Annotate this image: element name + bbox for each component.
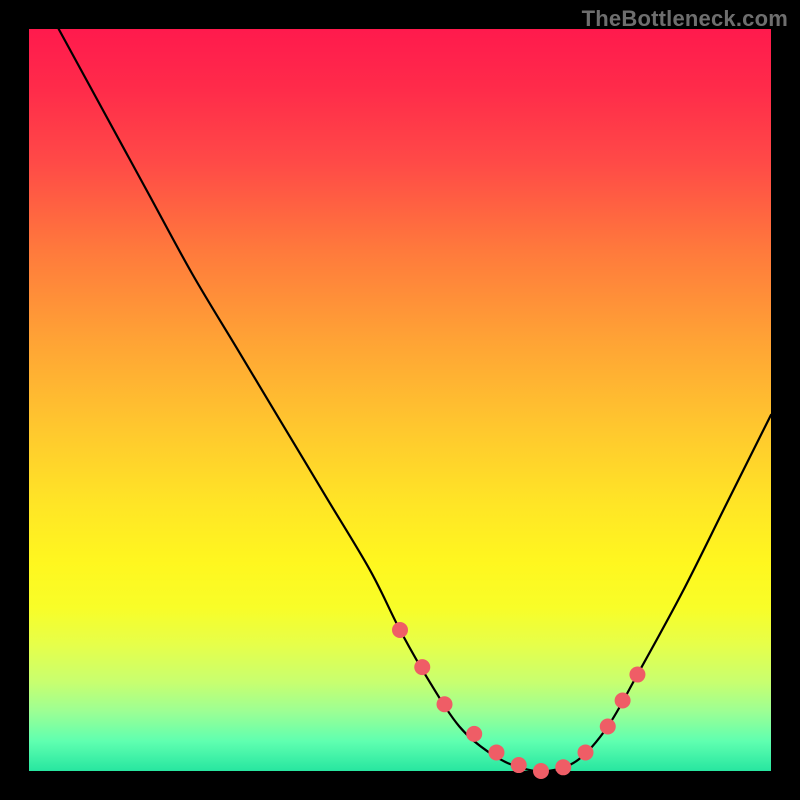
marker-point (578, 744, 594, 760)
marker-point (511, 757, 527, 773)
marker-point (629, 667, 645, 683)
attribution-text: TheBottleneck.com (582, 6, 788, 32)
marker-point (488, 744, 504, 760)
plot-area (29, 29, 771, 771)
chart-frame: TheBottleneck.com (0, 0, 800, 800)
marker-point (600, 718, 616, 734)
highlight-points (392, 622, 645, 779)
marker-point (466, 726, 482, 742)
marker-point (533, 763, 549, 779)
marker-point (392, 622, 408, 638)
marker-point (615, 693, 631, 709)
bottleneck-curve (59, 29, 771, 771)
marker-point (437, 696, 453, 712)
marker-point (555, 759, 571, 775)
chart-svg (29, 29, 771, 771)
marker-point (414, 659, 430, 675)
